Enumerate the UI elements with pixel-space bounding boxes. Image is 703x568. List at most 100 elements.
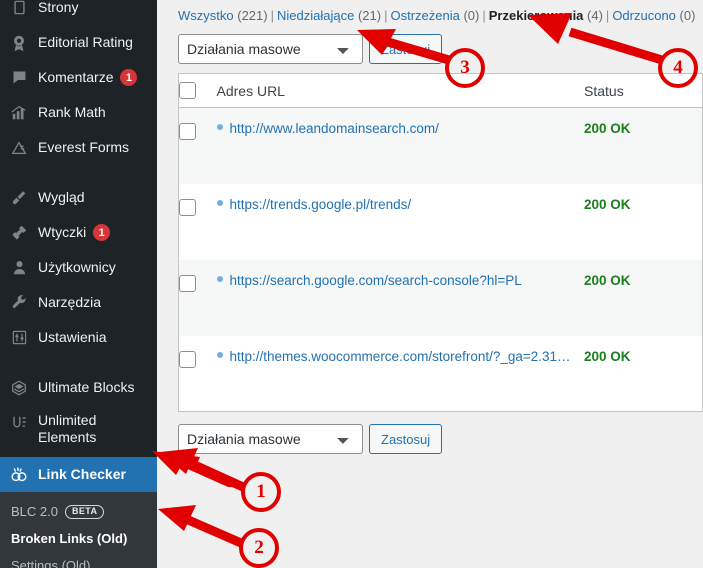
sidebar-item-ultimate-blocks[interactable]: Ultimate Blocks — [0, 370, 157, 405]
table-row: http://www.leandomainsearch.com/ 200 OK — [178, 107, 703, 184]
column-header-url[interactable]: Adres URL — [216, 73, 584, 108]
row-checkbox[interactable] — [179, 198, 196, 216]
bulk-actions-select-top[interactable]: Działania masowe — [178, 34, 363, 64]
unlimited-elements-icon — [9, 413, 29, 433]
table-row: https://trends.google.pl/trends/ 200 OK — [179, 184, 703, 260]
apply-button-bottom[interactable]: Zastosuj — [369, 424, 443, 454]
row-checkbox[interactable] — [179, 274, 196, 292]
sidebar-item-label: Strony — [38, 0, 79, 15]
filter-separator: | — [605, 8, 610, 23]
sidebar-separator — [0, 165, 157, 180]
brush-icon — [9, 188, 29, 208]
row-url-cell: http://themes.woocommerce.com/storefront… — [216, 336, 585, 412]
sidebar-item-komentarze[interactable]: Komentarze 1 — [0, 60, 157, 95]
row-checkbox[interactable] — [179, 123, 196, 140]
row-status-cell: 200 OK — [584, 184, 703, 260]
sidebar-item-label: Editorial Rating — [38, 34, 133, 50]
comment-count-badge: 1 — [120, 69, 138, 86]
rank-math-icon — [9, 103, 29, 123]
status-filter-links: Wszystko (221) | Niedziałające (21) | Ostrze… — [157, 0, 703, 23]
sidebar-item-label: Everest Forms — [38, 139, 130, 155]
row-url-link[interactable]: https://search.google.com/search-console… — [230, 273, 522, 288]
tablenav-top: Działania masowe Zastosuj — [157, 23, 703, 73]
plugin-count-badge: 1 — [93, 224, 111, 241]
row-url-cell: https://trends.google.pl/trends/ — [216, 184, 585, 260]
sidebar-item-everest-forms[interactable]: Everest Forms — [0, 130, 157, 165]
row-select-cell — [179, 184, 217, 260]
filter-count-ostrzezenia: (0) — [463, 8, 480, 23]
column-header-status[interactable]: Status — [584, 73, 703, 108]
links-table: Adres URL Status http://www.leandomainse… — [178, 73, 703, 412]
filter-separator: | — [270, 8, 274, 23]
submenu-item-label: BLC 2.0 — [11, 504, 58, 519]
sidebar-item-editorial-rating[interactable]: Editorial Rating — [0, 25, 157, 60]
sidebar-item-label: Rank Math — [38, 104, 106, 120]
beta-badge: BETA — [64, 504, 105, 519]
sidebar-item-label: Wygląd — [38, 189, 85, 205]
filter-count-odrzucono: (0) — [679, 8, 696, 23]
link-status-dot-icon — [216, 199, 223, 206]
submenu-item-broken-links-old[interactable]: Broken Links (Old) — [0, 525, 157, 552]
main-content: Wszystko (221) | Niedziałające (21) | Ostrze… — [157, 0, 703, 568]
filter-link-odrzucono[interactable]: Odrzucono — [612, 8, 676, 23]
link-checker-icon — [9, 465, 29, 485]
sidebar-item-label: Wtyczki — [38, 224, 87, 240]
sidebar-item-strony[interactable]: Strony — [0, 0, 157, 25]
tablenav-bottom: Działania masowe Zastosuj — [157, 412, 703, 463]
filter-link-niedzialajace[interactable]: Niedziałające — [277, 8, 354, 23]
sidebar-item-wyglad[interactable]: Wygląd — [0, 180, 157, 215]
row-status-cell: 200 OK — [584, 336, 703, 412]
row-checkbox[interactable] — [179, 350, 196, 368]
pages-icon — [9, 0, 29, 18]
row-status-text: 200 OK — [584, 121, 631, 136]
sidebar-item-label: Użytkownicy — [38, 259, 116, 275]
submenu-item-blc-2[interactable]: BLC 2.0 BETA — [0, 498, 157, 525]
link-status-dot-icon — [216, 275, 223, 282]
sidebar-separator-2 — [0, 355, 157, 370]
sidebar-item-ustawienia[interactable]: Ustawienia — [0, 320, 157, 355]
settings-icon — [9, 328, 29, 348]
submenu-item-label: Settings (Old) — [11, 558, 91, 568]
admin-sidebar: Strony Editorial Rating Komentarze 1 Ran… — [0, 0, 157, 568]
filter-separator: | — [482, 8, 486, 23]
sidebar-item-narzedzia[interactable]: Narzędzia — [0, 285, 157, 320]
select-all-header — [178, 73, 217, 108]
row-url-link[interactable]: http://themes.woocommerce.com/storefront… — [230, 349, 575, 364]
sidebar-item-rank-math[interactable]: Rank Math — [0, 95, 157, 130]
row-url-cell: http://www.leandomainsearch.com/ — [216, 108, 585, 184]
row-url-link[interactable]: https://trends.google.pl/trends/ — [230, 197, 412, 212]
filter-link-przekierowania[interactable]: Przekierowania — [489, 8, 584, 23]
filter-link-wszystko[interactable]: Wszystko — [178, 8, 234, 23]
row-status-cell: 200 OK — [584, 108, 703, 184]
link-status-dot-icon — [216, 351, 223, 358]
table-row: http://themes.woocommerce.com/storefront… — [179, 336, 703, 412]
everest-forms-icon — [9, 138, 29, 158]
select-all-checkbox[interactable] — [179, 82, 196, 99]
wrench-icon — [9, 293, 29, 313]
row-url-link[interactable]: http://www.leandomainsearch.com/ — [230, 121, 439, 136]
column-header-url-label: Adres URL — [216, 82, 285, 99]
submenu-item-settings-old[interactable]: Settings (Old) — [0, 552, 157, 568]
award-icon — [9, 33, 29, 53]
row-select-cell — [179, 336, 217, 412]
links-table-head: Adres URL Status — [178, 73, 703, 108]
sidebar-item-label: Narzędzia — [38, 294, 102, 310]
filter-count-przekierowania: (4) — [587, 8, 603, 23]
filter-link-ostrzezenia[interactable]: Ostrzeżenia — [390, 8, 459, 23]
ultimate-blocks-icon — [9, 378, 29, 398]
link-status-dot-icon — [216, 124, 223, 130]
sidebar-item-label: Komentarze — [38, 69, 114, 85]
apply-button-top[interactable]: Zastosuj — [369, 34, 443, 64]
sidebar-item-wtyczki[interactable]: Wtyczki 1 — [0, 215, 157, 250]
sidebar-item-uzytkownicy[interactable]: Użytkownicy — [0, 250, 157, 285]
link-checker-submenu: BLC 2.0 BETA Broken Links (Old) Settings… — [0, 492, 157, 568]
sidebar-item-label: Ustawienia — [38, 329, 107, 345]
bulk-actions-select-bottom[interactable]: Działania masowe — [178, 424, 363, 454]
sidebar-item-unlimited-elements[interactable]: Unlimited Elements — [0, 405, 157, 457]
sidebar-item-link-checker[interactable]: Link Checker — [0, 457, 157, 492]
filter-count-niedzialajace: (21) — [357, 8, 382, 23]
plugin-icon — [9, 223, 29, 243]
links-table-body: http://www.leandomainsearch.com/ 200 OK … — [178, 107, 703, 412]
sidebar-item-label: Unlimited Elements — [38, 412, 97, 445]
row-select-cell — [179, 260, 217, 336]
